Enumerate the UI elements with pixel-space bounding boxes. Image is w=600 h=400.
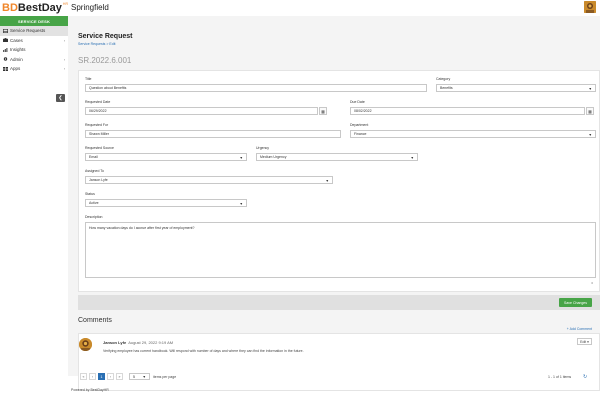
prev-page-button[interactable]: ‹: [89, 373, 96, 380]
caret-down-icon: ▼: [142, 375, 146, 379]
character-count: 0: [591, 281, 593, 285]
requested-date-value: 06/29/2022: [89, 109, 107, 113]
sidebar-item-apps[interactable]: Apps ›: [0, 64, 68, 74]
description-label: Description: [85, 215, 103, 219]
inbox-icon: [3, 28, 9, 33]
assigned-to-value: Janson Lyfe: [89, 178, 108, 182]
comment-text: Verifying employee has current handbook.…: [103, 349, 304, 353]
department-select[interactable]: Finance ▼: [350, 130, 596, 138]
chevron-right-icon: ›: [63, 38, 65, 43]
sidebar-item-label: Admin: [10, 56, 23, 62]
caret-down-icon: ▼: [588, 86, 592, 91]
page-1-button[interactable]: 1: [98, 373, 105, 380]
requested-date-label: Requested Date: [85, 100, 111, 104]
category-value: Benefits: [440, 86, 453, 90]
next-page-button[interactable]: ›: [107, 373, 114, 380]
grid-icon: [3, 66, 8, 71]
sidebar-item-label: Insights: [10, 47, 26, 53]
due-date-input[interactable]: 08/02/2022 ▦: [350, 107, 594, 115]
comment-author: Janson Lyfe: [103, 340, 127, 345]
department-value: Finance: [354, 132, 367, 136]
caret-down-icon: ▼: [410, 155, 414, 160]
user-avatar[interactable]: [584, 1, 596, 13]
comment-avatar: [79, 338, 92, 351]
add-comment-link[interactable]: + Add Comment: [567, 327, 592, 331]
sidebar-item-insights[interactable]: Insights: [0, 45, 68, 55]
main-content: Service Request Service Requests > Edit …: [68, 16, 600, 391]
logo-mark: BD: [2, 1, 18, 14]
per-page-label: items per page: [153, 374, 177, 379]
caret-down-icon: ▼: [239, 155, 243, 160]
sidebar-item-cases[interactable]: Cases ›: [0, 36, 68, 46]
calendar-icon[interactable]: ▦: [319, 107, 327, 115]
caret-down-icon: ▼: [239, 201, 243, 206]
collapse-sidebar-button[interactable]: ❮: [56, 94, 65, 102]
briefcase-icon: [3, 38, 8, 43]
requested-for-input[interactable]: Shawn Miller: [85, 130, 341, 138]
caret-down-icon: ▼: [588, 132, 592, 137]
save-bar: Save Changes: [78, 295, 600, 310]
footer-text: Powered by BestDayHR: [71, 388, 109, 392]
save-changes-button[interactable]: Save Changes: [559, 298, 592, 307]
due-date-value: 08/02/2022: [354, 109, 372, 113]
category-label: Category: [436, 77, 451, 81]
due-date-label: Due Date: [350, 100, 365, 104]
per-page-select[interactable]: 5 ▼: [129, 373, 150, 380]
title-label: Title: [85, 77, 92, 81]
description-textarea[interactable]: How many vacation days do I accrue after…: [85, 222, 596, 278]
department-label: Department: [350, 123, 369, 127]
last-page-button[interactable]: »: [116, 373, 123, 380]
comment-date: August 29, 2022 9:19 AM: [128, 340, 174, 345]
comment-edit-button[interactable]: Edit ▾: [577, 338, 592, 345]
refresh-icon[interactable]: ↻: [583, 374, 587, 380]
urgency-label: Urgency: [256, 146, 270, 150]
chevron-right-icon: ›: [63, 57, 65, 62]
service-request-id: SR.2022.6.001: [78, 56, 132, 65]
status-select[interactable]: Active ▼: [85, 199, 247, 207]
sidebar-item-admin[interactable]: Admin ›: [0, 55, 68, 65]
status-label: Status: [85, 192, 95, 196]
gear-icon: [3, 57, 8, 61]
status-value: Active: [89, 201, 99, 205]
per-page-value: 5: [133, 374, 135, 379]
requested-source-select[interactable]: Email ▼: [85, 153, 247, 161]
logo-sup: HR: [62, 2, 68, 6]
assigned-to-select[interactable]: Janson Lyfe ▼: [85, 176, 333, 184]
logo-text: BestDay: [17, 1, 62, 14]
requested-source-value: Email: [89, 155, 98, 159]
service-request-form: Title Question about Benefits Category B…: [78, 70, 600, 292]
page-title: Service Request: [78, 33, 133, 40]
caret-down-icon: ▼: [325, 178, 329, 183]
urgency-select[interactable]: Medium Urgency ▼: [256, 153, 418, 161]
requested-source-label: Requested Source: [85, 146, 114, 150]
comment-item: Janson Lyfe August 29, 2022 9:19 AM Verif…: [78, 333, 600, 391]
chevron-right-icon: ›: [63, 67, 65, 71]
sidebar-item-label: Service Requests: [10, 28, 46, 34]
comment-author-line: Janson Lyfe August 29, 2022 9:19 AM: [103, 340, 173, 345]
first-page-button[interactable]: «: [80, 373, 87, 380]
service-desk-header: SERVICE DESK: [0, 16, 68, 26]
urgency-value: Medium Urgency: [260, 155, 287, 159]
assigned-to-label: Assigned To: [85, 169, 105, 173]
title-input[interactable]: Question about Benefits: [85, 84, 427, 92]
top-bar: BD BestDay HR Springfield: [0, 0, 600, 16]
items-count: 1 - 1 of 1 items: [548, 374, 572, 379]
sidebar-item-label: Apps: [10, 66, 21, 72]
category-select[interactable]: Benefits ▼: [436, 84, 596, 92]
app-logo[interactable]: BD BestDay HR: [0, 0, 68, 16]
requested-date-input[interactable]: 06/29/2022 ▦: [85, 107, 327, 115]
breadcrumb[interactable]: Service Requests > Edit: [78, 42, 115, 46]
org-name: Springfield: [71, 3, 109, 12]
sidebar: SERVICE DESK Service Requests Cases › In…: [0, 16, 68, 400]
sidebar-item-service-requests[interactable]: Service Requests: [0, 26, 68, 36]
sidebar-item-label: Cases: [10, 37, 23, 43]
requested-for-label: Requested For: [85, 123, 109, 127]
chart-icon: [3, 47, 8, 52]
calendar-icon[interactable]: ▦: [586, 107, 594, 115]
comments-title: Comments: [78, 317, 112, 324]
